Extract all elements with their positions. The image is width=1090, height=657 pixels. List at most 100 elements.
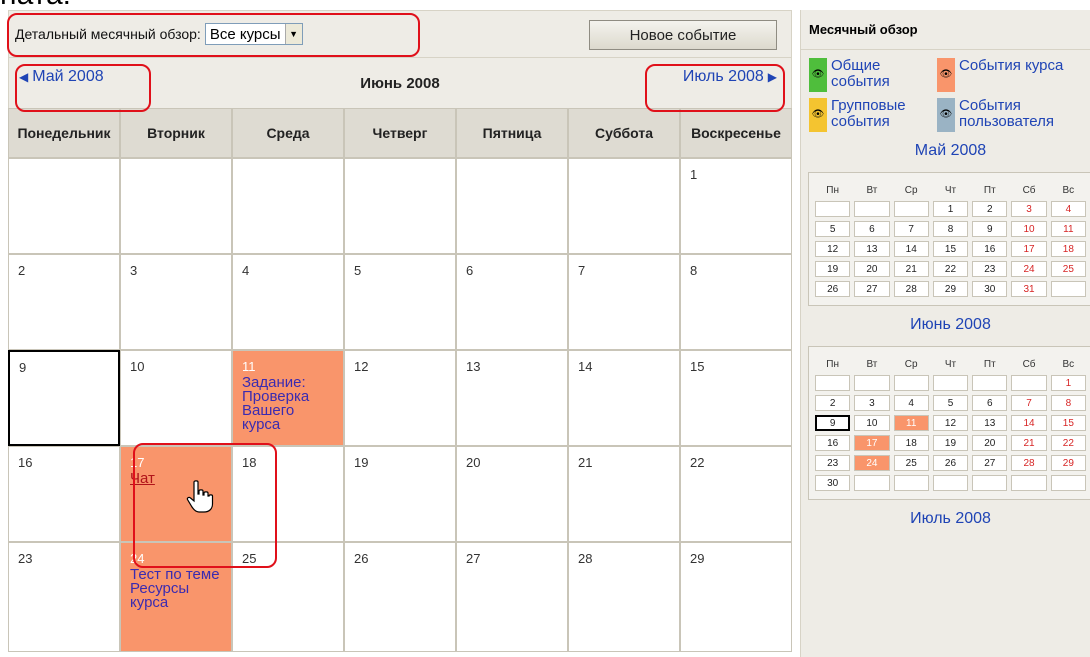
day-cell[interactable]: 4 — [232, 254, 344, 350]
mini-day[interactable]: 6 — [854, 221, 890, 237]
mini-day[interactable]: 4 — [893, 395, 929, 411]
legend-group-events[interactable]: 👁 Групповые события — [809, 98, 937, 132]
day-cell[interactable]: 2 — [8, 254, 120, 350]
day-cell[interactable]: 26 — [344, 542, 456, 652]
mini-day[interactable]: 27 — [972, 455, 1008, 471]
mini-day[interactable]: 16 — [972, 241, 1008, 257]
mini-day[interactable]: 4 — [1050, 201, 1086, 217]
legend-course-events[interactable]: 👁 События курса — [937, 58, 1090, 92]
legend-user-events[interactable]: 👁 События пользователя — [937, 98, 1090, 132]
mini-day[interactable]: 16 — [815, 435, 851, 451]
mini-day[interactable]: 8 — [1050, 395, 1086, 411]
day-cell[interactable]: 27 — [456, 542, 568, 652]
day-cell[interactable]: 19 — [344, 446, 456, 542]
mini-day[interactable]: 29 — [1050, 455, 1086, 471]
mini-day[interactable]: 2 — [972, 201, 1008, 217]
mini-day[interactable]: 18 — [1050, 241, 1086, 257]
day-cell[interactable]: 8 — [680, 254, 792, 350]
mini-day[interactable]: 13 — [972, 415, 1008, 431]
day-cell[interactable]: 3 — [120, 254, 232, 350]
day-cell[interactable]: 21 — [568, 446, 680, 542]
mini-day[interactable]: 1 — [932, 201, 969, 217]
mini-day[interactable]: 5 — [932, 395, 969, 411]
day-cell[interactable]: 9 — [8, 350, 120, 446]
mini-day[interactable]: 22 — [932, 261, 969, 277]
day-cell[interactable]: 11 Задание: Проверка Вашего курса — [232, 350, 344, 446]
day-cell[interactable]: 1 — [680, 158, 792, 254]
eye-icon[interactable]: 👁 — [809, 58, 827, 92]
mini-day[interactable]: 26 — [815, 281, 851, 297]
eye-icon[interactable]: 👁 — [937, 58, 955, 92]
mini-day[interactable]: 2 — [815, 395, 851, 411]
mini-day[interactable]: 8 — [932, 221, 969, 237]
day-cell[interactable]: 10 — [120, 350, 232, 446]
day-cell[interactable]: 12 — [344, 350, 456, 446]
mini-day[interactable]: 20 — [854, 261, 890, 277]
mini-day[interactable]: 23 — [972, 261, 1008, 277]
mini-day[interactable]: 5 — [815, 221, 851, 237]
mini-day[interactable]: 31 — [1011, 281, 1047, 297]
eye-icon[interactable]: 👁 — [937, 98, 955, 132]
day-cell[interactable]: 23 — [8, 542, 120, 652]
mini-day[interactable]: 12 — [932, 415, 969, 431]
eye-icon[interactable]: 👁 — [809, 98, 827, 132]
mini-day[interactable]: 28 — [1011, 455, 1047, 471]
mini-day[interactable]: 12 — [815, 241, 851, 257]
mini-day[interactable]: 29 — [932, 281, 969, 297]
day-cell[interactable]: 13 — [456, 350, 568, 446]
course-event-link[interactable]: Задание: Проверка Вашего курса — [242, 375, 334, 432]
mini-day[interactable]: 30 — [815, 475, 851, 491]
mini-day[interactable]: 1 — [1050, 375, 1086, 391]
mini-day[interactable]: 11 — [1050, 221, 1086, 237]
mini-calendar-title[interactable]: Июнь 2008 — [808, 306, 1090, 346]
mini-day[interactable]: 17 — [1011, 241, 1047, 257]
legend-global-events[interactable]: 👁 Общие события — [809, 58, 937, 92]
day-cell[interactable]: 14 — [568, 350, 680, 446]
mini-day[interactable]: 27 — [854, 281, 890, 297]
mini-day[interactable]: 19 — [932, 435, 969, 451]
mini-day[interactable]: 7 — [893, 221, 929, 237]
day-cell[interactable]: 16 — [8, 446, 120, 542]
mini-day[interactable]: 18 — [893, 435, 929, 451]
day-cell[interactable]: 28 — [568, 542, 680, 652]
course-event-link[interactable]: Тест по теме Ресурсы курса — [130, 567, 222, 610]
mini-day[interactable]: 9 — [815, 415, 851, 431]
mini-day[interactable]: 10 — [1011, 221, 1047, 237]
mini-day[interactable]: 15 — [1050, 415, 1086, 431]
mini-day[interactable]: 3 — [854, 395, 890, 411]
mini-day[interactable]: 10 — [854, 415, 890, 431]
mini-day[interactable]: 3 — [1011, 201, 1047, 217]
mini-day[interactable]: 23 — [815, 455, 851, 471]
mini-day[interactable]: 25 — [1050, 261, 1086, 277]
mini-day[interactable]: 7 — [1011, 395, 1047, 411]
mini-calendar-title[interactable]: Июль 2008 — [808, 500, 1090, 540]
mini-day[interactable]: 6 — [972, 395, 1008, 411]
mini-day[interactable]: 14 — [1011, 415, 1047, 431]
mini-day[interactable]: 24 — [1011, 261, 1047, 277]
mini-day[interactable]: 20 — [972, 435, 1008, 451]
day-cell[interactable]: 29 — [680, 542, 792, 652]
mini-day[interactable]: 15 — [932, 241, 969, 257]
mini-day[interactable]: 17 — [854, 435, 890, 451]
mini-day[interactable]: 28 — [893, 281, 929, 297]
new-event-button[interactable]: Новое событие — [589, 20, 777, 50]
day-cell[interactable]: 6 — [456, 254, 568, 350]
mini-calendar-title[interactable]: Май 2008 — [808, 132, 1090, 172]
mini-day[interactable]: 22 — [1050, 435, 1086, 451]
mini-day[interactable]: 11 — [893, 415, 929, 431]
day-cell[interactable]: 22 — [680, 446, 792, 542]
day-cell[interactable]: 5 — [344, 254, 456, 350]
day-cell[interactable]: 15 — [680, 350, 792, 446]
mini-day[interactable]: 21 — [893, 261, 929, 277]
mini-day[interactable]: 9 — [972, 221, 1008, 237]
mini-day[interactable]: 14 — [893, 241, 929, 257]
mini-day[interactable]: 26 — [932, 455, 969, 471]
mini-day[interactable]: 13 — [854, 241, 890, 257]
mini-day[interactable]: 24 — [854, 455, 890, 471]
day-cell[interactable]: 20 — [456, 446, 568, 542]
mini-day[interactable]: 21 — [1011, 435, 1047, 451]
mini-day[interactable]: 25 — [893, 455, 929, 471]
day-cell[interactable]: 7 — [568, 254, 680, 350]
mini-day[interactable]: 30 — [972, 281, 1008, 297]
mini-day[interactable]: 19 — [815, 261, 851, 277]
